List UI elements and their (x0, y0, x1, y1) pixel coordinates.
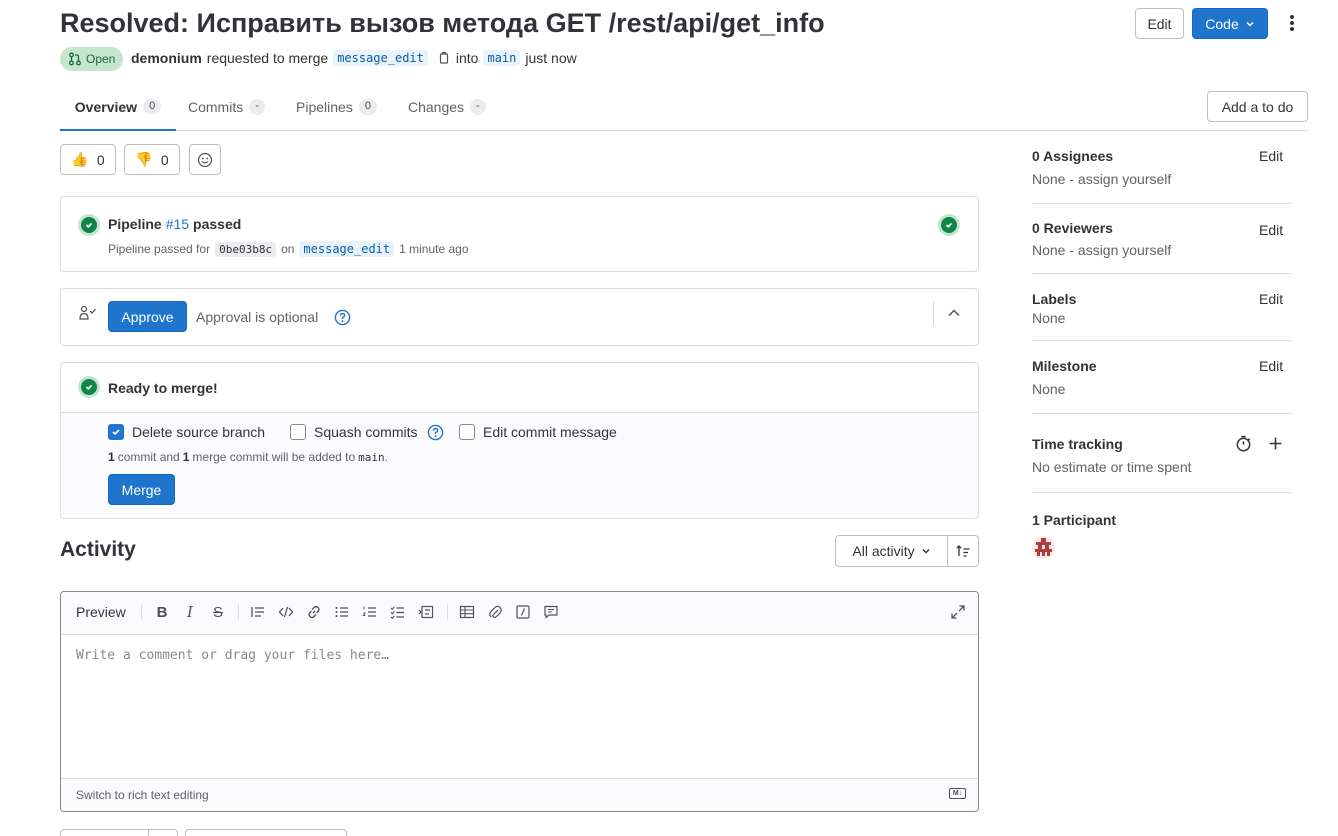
approval-divider (933, 301, 934, 325)
edit-button[interactable]: Edit (1135, 8, 1184, 39)
attach-icon[interactable] (486, 603, 504, 621)
merge-request-icon (69, 52, 81, 66)
avatar[interactable] (1032, 536, 1055, 559)
comment-submit-button[interactable] (60, 829, 149, 836)
markdown-icon: M↓ (949, 788, 966, 799)
chevron-down-icon (1246, 21, 1254, 27)
pipeline-time: 1 minute ago (399, 242, 469, 256)
bullet-list-icon[interactable] (333, 603, 351, 621)
target-branch[interactable]: main (483, 50, 521, 66)
italic-icon[interactable]: I (181, 603, 199, 621)
code-dropdown-button[interactable]: Code (1192, 8, 1268, 39)
pipeline-card (60, 196, 979, 272)
add-todo-button[interactable]: Add a to do (1207, 91, 1308, 122)
slash-command-icon[interactable] (514, 603, 532, 621)
author-link[interactable]: demonium (131, 50, 202, 66)
quote-icon[interactable] (249, 603, 267, 621)
labels-value: None (1032, 310, 1066, 326)
milestone-title: Milestone (1032, 358, 1097, 374)
merge-title: Ready to merge! (108, 380, 218, 396)
smiley-icon (197, 152, 213, 167)
pipeline-success-icon[interactable] (78, 214, 100, 236)
reviewers-value[interactable]: None - assign yourself (1032, 242, 1171, 258)
comment-textarea[interactable]: Write a comment or drag your files here… (76, 648, 389, 663)
edit-message-checkbox[interactable] (459, 424, 475, 440)
comment-icon[interactable] (542, 603, 560, 621)
add-reaction-button[interactable] (189, 144, 221, 175)
reviewers-edit[interactable]: Edit (1259, 222, 1283, 238)
squash-option[interactable]: Squash commits (290, 424, 417, 440)
fullscreen-icon[interactable] (949, 603, 967, 621)
pipeline-id-link[interactable]: #15 (166, 216, 189, 232)
preview-tab[interactable]: Preview (76, 604, 126, 620)
delete-branch-checkbox[interactable] (108, 424, 124, 440)
pipeline-prefix: Pipeline (108, 216, 162, 232)
tab-pipelines[interactable]: Pipelines 0 (296, 99, 377, 115)
switch-rich-text-link[interactable]: Switch to rich text editing (76, 788, 209, 802)
bold-icon[interactable]: B (153, 603, 171, 621)
time-tracking-title: Time tracking (1032, 436, 1123, 452)
assignees-edit[interactable]: Edit (1259, 148, 1283, 164)
milestone-value: None (1032, 381, 1066, 397)
plus-icon[interactable] (1268, 436, 1283, 451)
pipeline-branch[interactable]: message_edit (299, 241, 395, 257)
squash-help-icon[interactable] (427, 424, 444, 441)
milestone-edit[interactable]: Edit (1259, 358, 1283, 374)
edit-message-option[interactable]: Edit commit message (459, 424, 617, 440)
sort-icon (956, 545, 970, 557)
approval-text: Approval is optional (196, 309, 319, 325)
merge-ready-icon (78, 376, 100, 398)
activity-title: Activity (60, 538, 136, 561)
page-title: Resolved: Исправить вызов метода GET /re… (60, 8, 825, 38)
comment-options-button[interactable] (148, 829, 178, 836)
pipeline-status: passed (193, 216, 242, 232)
labels-title: Labels (1032, 291, 1077, 307)
on-text: on (281, 242, 295, 256)
help-icon[interactable] (334, 309, 351, 326)
into-text: into (455, 50, 479, 66)
activity-filter-dropdown[interactable]: All activity (835, 535, 948, 567)
tab-overview[interactable]: Overview 0 (60, 96, 176, 131)
collapsible-icon[interactable] (417, 603, 435, 621)
more-actions-icon[interactable] (1283, 12, 1301, 34)
code-icon[interactable] (277, 603, 295, 621)
tab-commits[interactable]: Commits - (188, 99, 265, 115)
copy-icon[interactable] (437, 51, 451, 65)
close-merge-request-button[interactable] (185, 829, 347, 836)
assignees-value[interactable]: None - assign yourself (1032, 171, 1171, 187)
link-icon[interactable] (305, 603, 323, 621)
strikethrough-icon[interactable]: S (209, 603, 227, 621)
comment-editor (60, 591, 979, 812)
chevron-down-icon (922, 549, 930, 554)
approve-button[interactable]: Approve (108, 301, 187, 332)
assignees-title: 0 Assignees (1032, 148, 1114, 164)
merge-info: 1 commit and 1 merge commit will be adde… (108, 450, 388, 464)
time-tracking-value: No estimate or time spent (1032, 459, 1192, 475)
labels-edit[interactable]: Edit (1259, 291, 1283, 307)
sort-order-button[interactable] (947, 535, 979, 567)
requested-text: requested to merge (206, 50, 329, 66)
pipeline-detail: Pipeline passed for (108, 242, 211, 256)
commit-sha[interactable]: 0be03b8c (215, 241, 277, 257)
squash-checkbox[interactable] (290, 424, 306, 440)
reviewers-title: 0 Reviewers (1032, 220, 1113, 236)
thumbsup-button[interactable]: 👍 0 (60, 144, 116, 175)
source-branch[interactable]: message_edit (333, 50, 428, 66)
tab-changes[interactable]: Changes - (408, 99, 486, 115)
delete-branch-option[interactable]: Delete source branch (108, 424, 265, 440)
table-icon[interactable] (458, 603, 476, 621)
approval-icon (79, 305, 96, 320)
merge-button[interactable]: Merge (108, 474, 175, 505)
thumbsdown-button[interactable]: 👎 0 (124, 144, 180, 175)
participants-title: 1 Participant (1032, 512, 1117, 528)
chevron-up-icon[interactable] (946, 307, 962, 319)
numbered-list-icon[interactable] (361, 603, 379, 621)
pipeline-status-icon[interactable] (938, 214, 960, 236)
time-text: just now (525, 50, 577, 66)
status-badge: Open (60, 47, 124, 71)
task-list-icon[interactable] (389, 603, 407, 621)
tabs-border (60, 130, 1308, 131)
stopwatch-icon[interactable] (1235, 435, 1252, 452)
